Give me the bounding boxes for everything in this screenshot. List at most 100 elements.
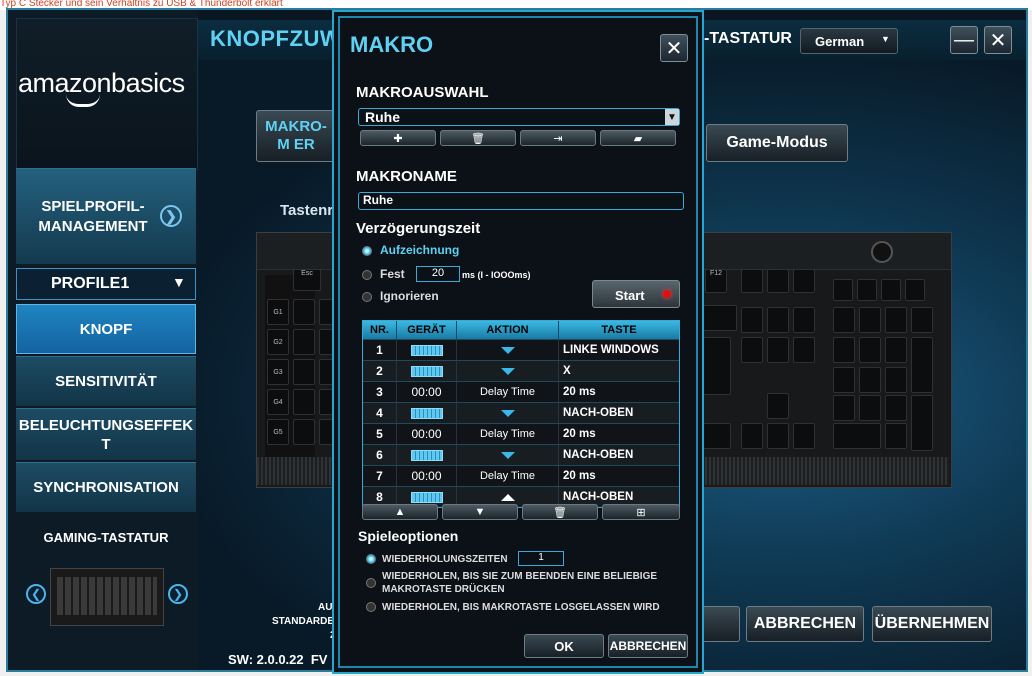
macro-select-value: Ruhe	[365, 109, 400, 125]
repeat-count-radio[interactable]	[366, 554, 376, 564]
import-icon: ⇥	[553, 132, 563, 145]
repeat-until-other-radio[interactable]	[366, 578, 376, 588]
device-label: GAMING-TASTATUR	[43, 530, 169, 545]
row-key: 20 ms	[563, 386, 596, 398]
sidebar-item-knopf[interactable]: KNOPF	[16, 304, 196, 354]
row-nr: 7	[363, 466, 397, 486]
row-nr: 5	[363, 424, 397, 444]
header-action: AKTION	[457, 321, 559, 339]
main-apply-button[interactable]: ÜBERNEHMEN	[872, 606, 992, 642]
sidebar-item-label: KNOPF	[79, 320, 133, 338]
profile-manager-button[interactable]: SPIELPROFIL-MANAGEMENT ❯	[16, 168, 196, 264]
row-device	[397, 340, 457, 360]
delay-fixed-label: Fest	[380, 267, 405, 281]
move-up-button[interactable]: ▲	[362, 504, 438, 520]
sidebar-item-synchronisation[interactable]: SYNCHRONISATION	[16, 462, 196, 512]
keyboard-icon	[410, 344, 443, 356]
delay-ignore-label: Ignorieren	[380, 289, 439, 303]
repeat-while-held-label: WIEDERHOLEN, BIS MAKROTASTE LOSGELASSEN …	[382, 602, 660, 613]
insert-step-button[interactable]: ⊞	[602, 504, 680, 520]
language-select[interactable]: German ▼	[800, 28, 898, 54]
sidebar: amazonbasics SPIELPROFIL-MANAGEMENT ❯ PR…	[8, 10, 198, 670]
macro-select[interactable]: Ruhe ▼	[358, 108, 680, 126]
start-record-button[interactable]: Start	[592, 280, 680, 308]
row-device: 00:00	[397, 424, 457, 444]
import-macro-button[interactable]: ⇥	[520, 130, 596, 146]
delay-ignore-radio[interactable]	[362, 292, 372, 302]
sidebar-item-label: BELEUCHTUNGSEFFEKT	[18, 416, 194, 453]
profile-manager-label: SPIELPROFIL-MANAGEMENT	[38, 197, 148, 235]
table-row[interactable]: 2 X	[363, 360, 679, 381]
table-row[interactable]: 4 NACH-OBEN	[363, 402, 679, 423]
sidebar-item-beleuchtungseffekt[interactable]: BELEUCHTUNGSEFFEKT	[16, 408, 196, 460]
row-action: Delay Time	[457, 382, 559, 402]
row-device: 00:00	[397, 382, 457, 402]
folder-icon: ▰	[633, 132, 643, 145]
software-version: SW: 2.0.0.22 FV	[228, 652, 328, 667]
profile-select[interactable]: PROFILE1 ▼	[16, 268, 196, 300]
repeat-until-other-label: WIEDERHOLEN, BIS SIE ZUM BEENDEN EINE BE…	[382, 571, 658, 595]
key-down-icon	[500, 451, 515, 459]
key-up-icon	[500, 493, 515, 501]
row-nr: 1	[363, 340, 397, 360]
row-action: Delay Time	[457, 424, 559, 444]
macro-steps-table: NR. GERÄT AKTION TASTE 1 LINKE WINDOWS 2…	[362, 320, 680, 508]
row-action	[457, 361, 559, 381]
move-down-button[interactable]: ▼	[442, 504, 518, 520]
delete-macro-button[interactable]: 🗑	[440, 130, 516, 146]
delay-record-radio[interactable]	[362, 246, 372, 256]
sidebar-item-label: SENSITIVITÄT	[55, 373, 157, 390]
table-row[interactable]: 3 00:00 Delay Time 20 ms	[363, 381, 679, 402]
key-down-icon	[500, 409, 515, 417]
table-row[interactable]: 7 00:00 Delay Time 20 ms	[363, 465, 679, 486]
main-cancel-button[interactable]: ABBRECHEN	[746, 606, 864, 642]
amazonbasics-logo: amazonbasics	[18, 68, 185, 98]
game-mode-button[interactable]: Game-Modus	[706, 124, 848, 162]
keyboard-thumbnail	[50, 568, 164, 626]
table-body: 1 LINKE WINDOWS 2 X 3 00:00 Delay Time 2…	[363, 339, 679, 507]
keys-label: Tastenr	[280, 202, 334, 219]
table-row[interactable]: 1 LINKE WINDOWS	[363, 339, 679, 360]
ok-button[interactable]: OK	[524, 634, 604, 658]
macro-dialog: MAKRO ✕ MAKROAUSWAHL Ruhe ▼ ✚ 🗑 ⇥ ▰ MAKR…	[332, 10, 704, 674]
close-icon[interactable]: ✕	[984, 26, 1012, 54]
keyboard-icon	[410, 449, 443, 461]
delay-fixed-radio[interactable]	[362, 270, 372, 280]
macro-name-input[interactable]: Ruhe	[358, 192, 684, 210]
next-device-icon[interactable]: ❯	[168, 584, 188, 604]
delete-step-button[interactable]: 🗑	[522, 504, 598, 520]
table-header: NR. GERÄT AKTION TASTE	[363, 321, 679, 339]
row-action	[457, 403, 559, 423]
row-key: NACH-OBEN	[563, 449, 634, 461]
row-nr: 4	[363, 403, 397, 423]
repeat-count-input[interactable]: 1	[518, 551, 564, 566]
sidebar-item-sensitivitaet[interactable]: SENSITIVITÄT	[16, 356, 196, 406]
open-folder-button[interactable]: ▰	[600, 130, 676, 146]
add-macro-button[interactable]: ✚	[360, 130, 436, 146]
macro-dialog-inner: MAKRO ✕ MAKROAUSWAHL Ruhe ▼ ✚ 🗑 ⇥ ▰ MAKR…	[338, 16, 698, 668]
table-row[interactable]: 5 00:00 Delay Time 20 ms	[363, 423, 679, 444]
chevron-right-icon: ❯	[160, 205, 182, 227]
dialog-title: MAKRO	[350, 32, 434, 57]
macro-manager-button[interactable]: MAKRO-M ER	[256, 110, 336, 162]
repeat-while-held-radio[interactable]	[366, 602, 376, 612]
fixed-delay-input[interactable]: 20	[416, 266, 460, 282]
row-key: 20 ms	[563, 428, 596, 440]
insert-icon: ⊞	[636, 506, 646, 519]
delay-label: Verzögerungszeit	[356, 220, 481, 237]
minimize-icon[interactable]: —	[950, 26, 978, 54]
chevron-down-icon: ▼	[665, 109, 679, 125]
dialog-cancel-button[interactable]: ABBRECHEN	[608, 634, 688, 658]
play-options-label: Spieleoptionen	[358, 528, 459, 544]
row-nr: 3	[363, 382, 397, 402]
hidden-button[interactable]	[702, 606, 740, 642]
row-device	[397, 445, 457, 465]
row-key: 20 ms	[563, 470, 596, 482]
previous-device-icon[interactable]: ❮	[26, 584, 46, 604]
trash-icon: 🗑	[471, 132, 485, 145]
key-down-icon	[500, 367, 515, 375]
profile-select-value: PROFILE1	[51, 275, 130, 292]
close-icon[interactable]: ✕	[660, 34, 688, 62]
sidebar-item-label: SYNCHRONISATION	[33, 479, 179, 496]
table-row[interactable]: 6 NACH-OBEN	[363, 444, 679, 465]
